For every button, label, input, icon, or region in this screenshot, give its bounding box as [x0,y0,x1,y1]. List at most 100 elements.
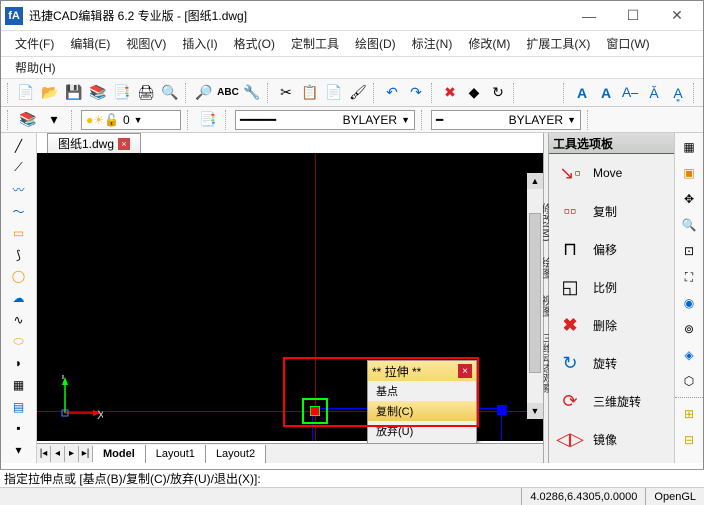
snap2-icon[interactable]: ⊟ [679,430,699,450]
ellipse-icon[interactable]: ⬭ [8,333,30,351]
copy-icon[interactable]: 📋 [299,82,321,104]
hatch-icon[interactable]: ▤ [8,398,30,416]
pdf-icon[interactable]: 📑 [111,82,133,104]
linetype-selector[interactable]: ━━━━━ BYLAYER ▼ [235,110,415,130]
grip-active[interactable] [310,406,320,416]
ellipsearc-icon[interactable]: ◗ [8,354,30,372]
pal-delete[interactable]: ✖删除 [549,306,674,344]
layout-prev-icon[interactable]: ◂ [51,446,65,462]
text-a2-icon[interactable]: A [595,82,617,104]
text-a4-icon[interactable]: Ǎ [643,82,665,104]
rect-icon[interactable]: ▭ [8,224,30,242]
tab-close-icon[interactable]: × [118,138,130,150]
menu-help[interactable]: 帮助(H) [7,57,64,78]
maximize-button[interactable]: ☐ [611,2,655,30]
scroll-down-icon[interactable]: ▼ [527,403,543,419]
layout-last-icon[interactable]: ▸| [79,446,93,462]
find-icon[interactable]: 🔎 [193,82,215,104]
minimize-button[interactable]: — [567,2,611,30]
menu-ext[interactable]: 扩展工具(X) [518,33,598,54]
erase-icon[interactable]: ✖ [439,82,461,104]
ctx-discard[interactable]: 放弃(U) [368,421,476,441]
menu-dim[interactable]: 标注(N) [404,33,461,54]
layer-mgr-icon[interactable]: 📚 [17,109,39,131]
open-icon[interactable]: 📂 [39,82,61,104]
preview-icon[interactable]: 🔍 [159,82,181,104]
polygon-icon[interactable]: 〜 [8,202,30,220]
audit-icon[interactable]: ◆ [463,82,485,104]
grip[interactable] [497,405,507,415]
ctx-base[interactable]: 基点 [368,381,476,401]
pal-rotate[interactable]: ↻旋转 [549,344,674,382]
menu-format[interactable]: 格式(O) [226,33,283,54]
text-a1-icon[interactable]: A [571,82,593,104]
grid-icon[interactable]: ▦ [679,137,699,157]
layout-first-icon[interactable]: |◂ [37,446,51,462]
menu-custom[interactable]: 定制工具 [283,33,347,54]
saveall-icon[interactable]: 📚 [87,82,109,104]
menu-view[interactable]: 视图(V) [118,33,174,54]
point-icon[interactable]: ▪ [8,420,30,438]
menu-edit[interactable]: 编辑(E) [62,33,118,54]
context-close-icon[interactable]: × [458,364,472,378]
pal-rotate3d[interactable]: ⟳三维旋转 [549,382,674,420]
isotop-icon[interactable]: ⬡ [679,371,699,391]
layer-selector[interactable]: ●☀🔓 0 ▼ [81,110,181,130]
snap-icon[interactable]: ⊞ [679,404,699,424]
layout-next-icon[interactable]: ▸ [65,446,79,462]
zoomext-icon[interactable]: ⛶ [679,267,699,287]
pal-copy[interactable]: ▫▫复制 [549,192,674,230]
document-tab[interactable]: 图纸1.dwg × [47,133,141,153]
layout-1[interactable]: Layout1 [146,445,206,463]
pal-move[interactable]: ↘▫Move [549,154,674,192]
revcloud-icon[interactable]: ☁ [8,289,30,307]
ctx-copy[interactable]: 复制(C) [368,401,476,421]
layout-model[interactable]: Model [93,445,146,463]
save-icon[interactable]: 💾 [63,82,85,104]
circle-icon[interactable]: ◯ [8,267,30,285]
text-a5-icon[interactable]: A͈ [667,82,689,104]
spline-icon[interactable]: ∿ [8,311,30,329]
pal-scale[interactable]: ◱比例 [549,268,674,306]
redo-icon[interactable]: ↷ [405,82,427,104]
pan-icon[interactable]: ✥ [679,189,699,209]
text-a3-icon[interactable]: A⎯ [619,82,641,104]
orbit-icon[interactable]: ⊚ [679,319,699,339]
menu-draw[interactable]: 绘图(D) [347,33,404,54]
undo-icon[interactable]: ↶ [381,82,403,104]
menu-modify[interactable]: 修改(M) [460,33,518,54]
arc-icon[interactable]: ⟆ [8,246,30,264]
scroll-up-icon[interactable]: ▲ [527,173,543,189]
more-icon[interactable]: ▾ [8,441,30,459]
layer-dd-icon[interactable]: ▾ [43,109,65,131]
close-button[interactable]: ✕ [655,2,699,30]
zoom-icon[interactable]: 🔍 [679,215,699,235]
cut-icon[interactable]: ✂ [275,82,297,104]
tool-icon[interactable]: 🔧 [241,82,263,104]
scroll-thumb[interactable] [529,213,541,373]
zoomwin-icon[interactable]: ⊡ [679,241,699,261]
lineweight-selector[interactable]: ━ BYLAYER ▼ [431,110,581,130]
pal-offset[interactable]: ⊓偏移 [549,230,674,268]
recover-icon[interactable]: ↻ [487,82,509,104]
spell-icon[interactable]: ABC [217,82,239,104]
block-icon[interactable]: ▦ [8,376,30,394]
paste-icon[interactable]: 📄 [323,82,345,104]
print-icon[interactable]: 🖨 [135,82,157,104]
command-line[interactable]: 指定拉伸点或 [基点(B)/复制(C)/放弃(U)/退出(X)]: [0,470,704,488]
menu-window[interactable]: 窗口(W) [598,33,657,54]
isoview-icon[interactable]: ◈ [679,345,699,365]
vertical-scrollbar[interactable]: ▲ ▼ [527,173,543,419]
layer-prev-icon[interactable]: 📑 [197,109,219,131]
xline-icon[interactable]: ⟋ [8,159,30,177]
pline-icon[interactable]: 〰 [8,180,30,198]
view3d-icon[interactable]: ◉ [679,293,699,313]
pal-mirror[interactable]: ◁▷镜像 [549,420,674,458]
viewport-icon[interactable]: ▣ [679,163,699,183]
layout-2[interactable]: Layout2 [206,445,266,463]
menu-file[interactable]: 文件(F) [7,33,62,54]
match-icon[interactable]: 🖌 [347,82,369,104]
new-icon[interactable]: 📄 [15,82,37,104]
menu-insert[interactable]: 插入(I) [174,33,225,54]
line-icon[interactable]: ╱ [8,137,30,155]
